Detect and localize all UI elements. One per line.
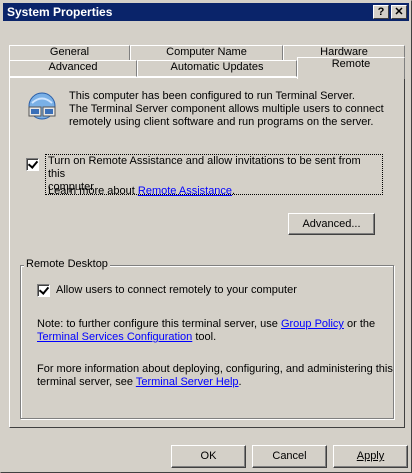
allow-remote-connections-label[interactable]: Allow users to connect remotely to your … [56,284,297,297]
tab-automatic-updates[interactable]: Automatic Updates [137,60,297,77]
more-info-line1: For more information about deploying, co… [37,363,393,375]
more-info-prefix: terminal server, see [37,376,136,388]
ok-button[interactable]: OK [171,445,246,468]
tab-label: General [49,46,90,58]
tab-general[interactable]: General [9,45,130,60]
advanced-button[interactable]: Advanced... [288,213,375,235]
group-policy-link[interactable]: Group Policy [281,318,344,330]
more-info-suffix: . [238,376,242,388]
cancel-button[interactable]: Cancel [252,445,327,468]
terminal-server-info: This computer has been configured to run… [69,90,384,129]
tab-label: Computer Name [166,46,247,58]
info-line: remotely using client software and run p… [69,116,374,128]
terminal-server-help-link[interactable]: Terminal Server Help [136,376,239,388]
remote-assistance-checkbox[interactable] [26,158,39,171]
info-line: This computer has been configured to run… [69,90,355,102]
info-line: The Terminal Server component allows mul… [69,103,384,115]
tab-label: Remote [331,58,371,70]
terminal-services-configuration-link[interactable]: Terminal Services Configuration [37,331,192,343]
tab-label: Automatic Updates [170,61,264,73]
help-button[interactable]: ? [373,5,389,19]
learn-more-prefix: Learn more about [48,185,138,197]
system-properties-window: System Properties ? ✕ General Computer N… [0,0,412,473]
apply-label: Apply [356,450,385,462]
note-text: Note: to further configure this terminal… [37,318,375,344]
apply-button[interactable]: Apply [333,445,408,468]
more-info-text: For more information about deploying, co… [37,363,393,389]
tab-remote[interactable]: Remote [297,57,405,79]
tab-computer-name[interactable]: Computer Name [130,45,283,60]
title-bar[interactable]: System Properties ? ✕ [3,3,409,21]
learn-more-suffix: . [232,185,236,197]
tab-advanced[interactable]: Advanced [9,60,137,77]
remote-tab-panel: This computer has been configured to run… [9,77,405,428]
window-title: System Properties [7,5,113,19]
note-middle: or the [343,318,376,330]
remote-assistance-link[interactable]: Remote Assistance [138,185,232,197]
learn-more-line: Learn more about Remote Assistance. [48,185,235,198]
tab-label: Advanced [48,61,98,73]
note-prefix: Note: to further configure this terminal… [37,318,281,330]
close-button[interactable]: ✕ [391,5,407,19]
allow-remote-connections-checkbox[interactable] [37,284,50,297]
remote-assistance-label-line1: Turn on Remote Assistance and allow invi… [48,155,361,180]
remote-desktop-group-title: Remote Desktop [24,258,110,270]
note-suffix: tool. [192,331,217,343]
computer-network-icon [26,90,58,122]
